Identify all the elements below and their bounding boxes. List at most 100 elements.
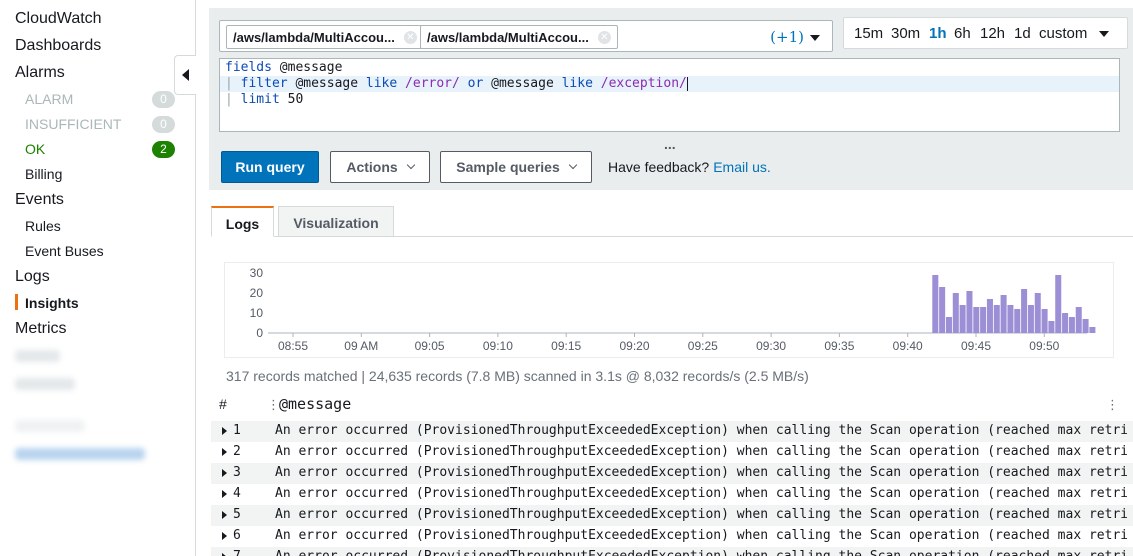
collapse-sidebar-button[interactable]	[174, 55, 196, 95]
blurred-nav-item	[15, 350, 60, 362]
row-message: An error occurred (ProvisionedThroughput…	[275, 423, 1127, 438]
sidebar-item-dashboards[interactable]: Dashboards	[15, 37, 101, 55]
run-query-button[interactable]: Run query	[221, 151, 319, 183]
x-tick-label: 09:50	[1029, 339, 1059, 353]
sidebar-item-event-buses[interactable]: Event Buses	[25, 243, 104, 259]
histogram-bar[interactable]	[945, 317, 952, 333]
x-tick-label: 09:05	[415, 339, 445, 353]
more-log-groups-count: (+1)	[770, 28, 804, 46]
x-tick-label: 09:35	[824, 339, 854, 353]
insufficient-count-badge: 0	[152, 116, 175, 133]
column-header-index: #	[219, 396, 227, 412]
x-tick-label: 09:25	[688, 339, 718, 353]
sidebar-item-insufficient-state[interactable]: INSUFFICIENT	[25, 116, 121, 132]
table-row[interactable]: 5 An error occurred (ProvisionedThroughpu…	[211, 505, 1133, 526]
histogram-bar[interactable]	[1000, 295, 1007, 333]
histogram-bar[interactable]	[1062, 313, 1069, 333]
column-header-message[interactable]: @message	[279, 395, 351, 413]
histogram-bar[interactable]	[932, 275, 939, 333]
x-tick-label: 09:45	[961, 339, 991, 353]
query-line-2: | filter @message like /error/ or @messa…	[225, 76, 688, 91]
editor-resize-handle[interactable]: ...	[664, 136, 676, 152]
histogram-bar[interactable]	[1048, 321, 1055, 333]
histogram-bar[interactable]	[1027, 305, 1034, 333]
sidebar-item-logs[interactable]: Logs	[15, 268, 50, 286]
sidebar-item-ok-state[interactable]: OK	[25, 141, 45, 157]
active-indicator	[15, 294, 18, 310]
expand-row-icon[interactable]	[222, 469, 227, 477]
histogram-bar[interactable]	[1075, 307, 1082, 333]
sidebar-item-alarm-state[interactable]: ALARM	[25, 91, 73, 107]
histogram-bar[interactable]	[1089, 327, 1096, 333]
histogram-chart: 0 10 20 30 08:55 09 AM 09:05 09:10 09:15 09:20 09:…	[250, 266, 1096, 353]
tab-logs[interactable]: Logs	[211, 206, 274, 237]
expand-row-icon[interactable]	[222, 490, 227, 498]
time-range-6h[interactable]: 6h	[954, 25, 971, 42]
expand-row-icon[interactable]	[222, 511, 227, 519]
x-tick-label: 09:10	[483, 339, 513, 353]
histogram-bar[interactable]	[973, 307, 980, 333]
log-group-selector[interactable]: /aws/lambda/MultiAccou... ✕ /aws/lambda/…	[219, 20, 833, 52]
sidebar-item-cloudwatch[interactable]: CloudWatch	[15, 10, 102, 28]
row-message: An error occurred (ProvisionedThroughput…	[275, 507, 1127, 522]
table-row[interactable]: 3 An error occurred (ProvisionedThroughpu…	[211, 463, 1133, 484]
time-range-1h[interactable]: 1h	[929, 25, 947, 42]
histogram-bar[interactable]	[1007, 305, 1014, 333]
histogram-bar[interactable]	[986, 299, 993, 333]
sidebar-item-insights[interactable]: Insights	[25, 295, 79, 311]
row-index: 5	[233, 507, 241, 522]
time-range-30m[interactable]: 30m	[891, 25, 920, 42]
y-tick-label: 10	[250, 306, 264, 320]
histogram-bar[interactable]	[1014, 309, 1021, 333]
caret-down-icon	[1099, 31, 1110, 38]
sidebar-item-metrics[interactable]: Metrics	[15, 320, 67, 338]
expand-row-icon[interactable]	[222, 532, 227, 540]
row-message: An error occurred (ProvisionedThroughput…	[275, 465, 1127, 480]
remove-token-icon[interactable]: ✕	[597, 31, 611, 44]
histogram-bar[interactable]	[1082, 319, 1089, 333]
table-row[interactable]: 1 An error occurred (ProvisionedThroughpu…	[211, 421, 1133, 442]
histogram-bar[interactable]	[966, 291, 973, 333]
histogram-bar[interactable]	[959, 305, 966, 333]
expand-row-icon[interactable]	[222, 448, 227, 456]
time-range-custom[interactable]: custom	[1039, 25, 1110, 42]
table-row[interactable]: 4 An error occurred (ProvisionedThroughpu…	[211, 484, 1133, 505]
histogram-bar[interactable]	[939, 287, 946, 333]
sidebar-item-events[interactable]: Events	[15, 191, 64, 209]
time-range-1d[interactable]: 1d	[1014, 25, 1031, 42]
table-row[interactable]: 6 An error occurred (ProvisionedThroughpu…	[211, 526, 1133, 547]
histogram-bar[interactable]	[1041, 309, 1048, 333]
row-message: An error occurred (ProvisionedThroughput…	[275, 486, 1127, 501]
sidebar-item-alarms[interactable]: Alarms	[15, 64, 65, 82]
text-cursor	[686, 76, 688, 91]
histogram-bar[interactable]	[952, 293, 959, 333]
blurred-nav-item	[15, 378, 75, 390]
sample-queries-button[interactable]: Sample queries	[440, 151, 592, 183]
table-row[interactable]: 2 An error occurred (ProvisionedThroughpu…	[211, 442, 1133, 463]
expand-row-icon[interactable]	[222, 427, 227, 435]
log-group-token[interactable]: /aws/lambda/MultiAccou... ✕	[420, 25, 618, 49]
sidebar-item-rules[interactable]: Rules	[25, 218, 61, 234]
histogram-bar[interactable]	[980, 307, 987, 333]
histogram-bar[interactable]	[1021, 289, 1028, 333]
actions-dropdown-button[interactable]: Actions	[330, 151, 430, 183]
histogram-bar[interactable]	[1055, 275, 1062, 333]
query-editor[interactable]: fields @message | filter @message like /…	[219, 58, 1120, 132]
time-range-15m[interactable]: 15m	[854, 25, 883, 42]
histogram-bar[interactable]	[993, 305, 1000, 333]
sample-queries-label: Sample queries	[456, 159, 560, 175]
more-log-groups-dropdown[interactable]: (+1)	[770, 28, 820, 46]
row-message: An error occurred (ProvisionedThroughput…	[275, 444, 1127, 459]
tab-visualization[interactable]: Visualization	[278, 206, 394, 237]
row-index: 1	[233, 423, 241, 438]
time-range-12h[interactable]: 12h	[980, 25, 1005, 42]
histogram-bar[interactable]	[1034, 293, 1041, 333]
email-us-link[interactable]: Email us.	[713, 159, 771, 175]
sidebar-item-billing[interactable]: Billing	[25, 166, 62, 182]
column-menu-icon[interactable]: ⋮	[1106, 397, 1119, 413]
table-row[interactable]: 7 An error occurred (ProvisionedThroughpu…	[211, 547, 1133, 556]
histogram-bar[interactable]	[1068, 317, 1075, 333]
log-group-token[interactable]: /aws/lambda/MultiAccou... ✕	[226, 25, 424, 49]
remove-token-icon[interactable]: ✕	[403, 31, 417, 44]
caret-down-icon	[810, 35, 820, 41]
